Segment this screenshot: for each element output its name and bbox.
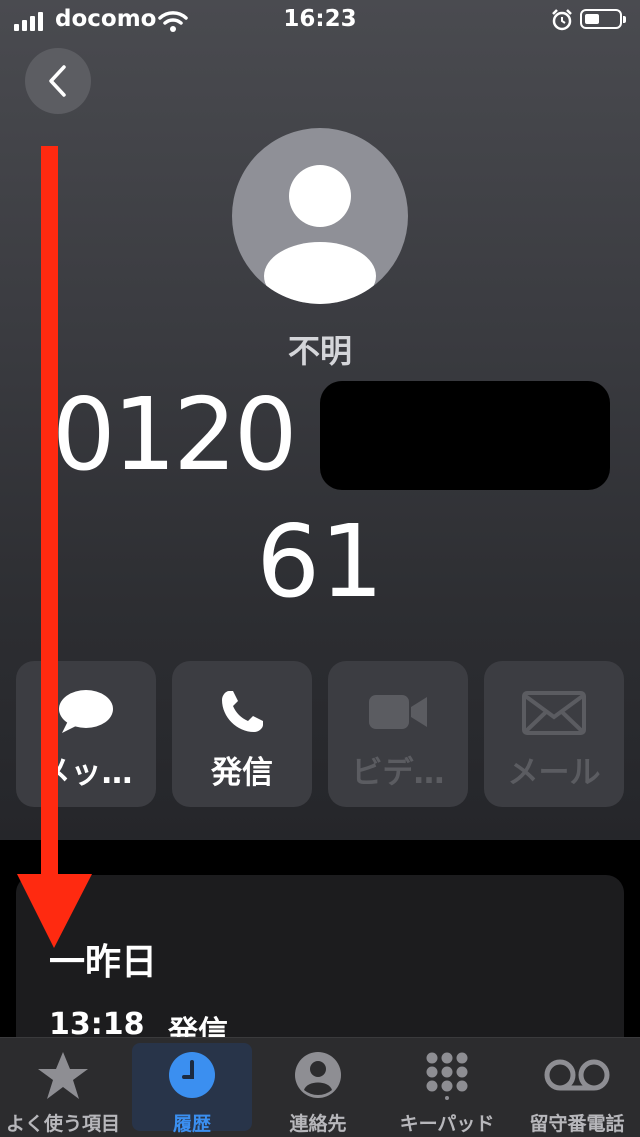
tab-contacts[interactable]: 連絡先 (258, 1038, 378, 1137)
tab-favorites-label: よく使う項目 (5, 1113, 120, 1135)
tab-contacts-label: 連絡先 (289, 1113, 347, 1135)
tab-favorites[interactable]: よく使う項目 (0, 1038, 126, 1137)
tab-recents[interactable]: 履歴 (132, 1038, 252, 1137)
keypad-icon (384, 1050, 510, 1100)
tab-keypad-label: キーパッド (399, 1113, 495, 1135)
clock-icon (132, 1050, 252, 1100)
tab-recents-label: 履歴 (172, 1113, 211, 1135)
star-icon (0, 1050, 126, 1100)
tab-bar: よく使う項目 履歴 連絡先 キーパッド 留守番電話 (0, 1037, 640, 1137)
annotation-arrow-icon (17, 146, 92, 948)
tab-voicemail-label: 留守番電話 (529, 1113, 625, 1135)
person-circle-icon (258, 1050, 378, 1100)
tab-voicemail[interactable]: 留守番電話 (514, 1038, 640, 1137)
tab-keypad[interactable]: キーパッド (384, 1038, 510, 1137)
voicemail-icon (514, 1050, 640, 1100)
